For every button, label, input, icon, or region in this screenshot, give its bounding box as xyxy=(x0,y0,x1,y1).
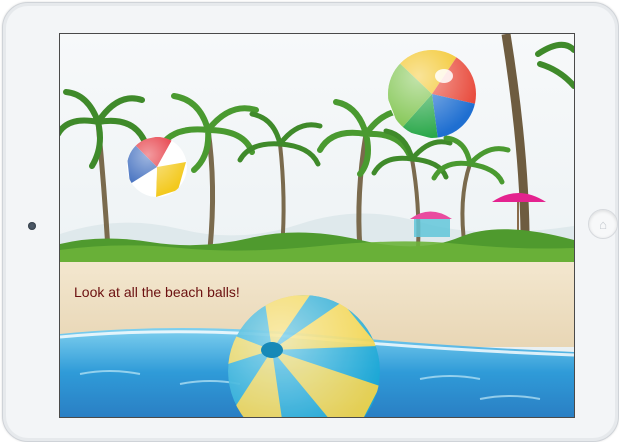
app-screen: Look at all the beach balls! xyxy=(59,33,575,418)
caption-text: Look at all the beach balls! xyxy=(74,284,240,300)
home-button-icon: ⌂ xyxy=(599,216,607,232)
tablet-frame: ⌂ Look at all the beach balls! xyxy=(2,2,619,442)
home-button[interactable]: ⌂ xyxy=(588,209,618,239)
beach-scene xyxy=(60,34,574,417)
front-camera-icon xyxy=(28,222,36,230)
